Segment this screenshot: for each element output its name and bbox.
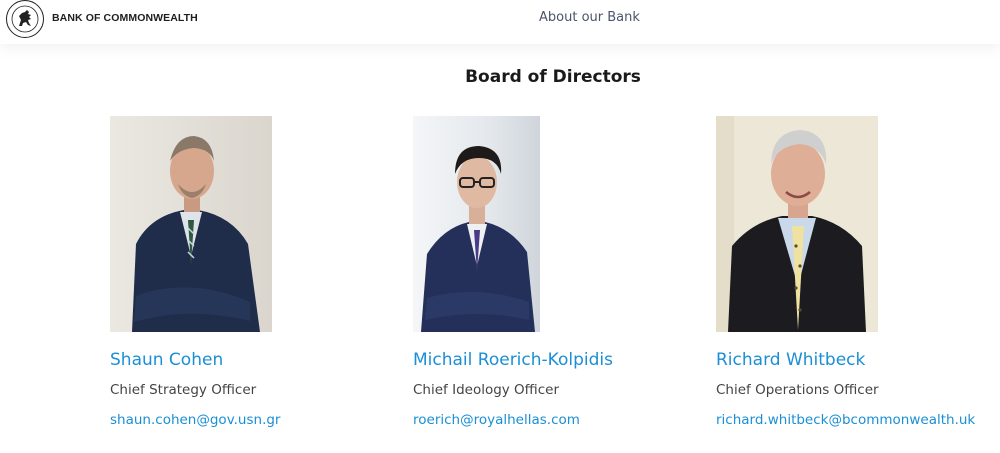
director-card: Richard Whitbeck Chief Operations Office…: [716, 116, 975, 428]
director-name[interactable]: Michail Roerich-Kolpidis: [413, 350, 613, 370]
nav-about-link[interactable]: About our Bank: [539, 10, 640, 25]
director-role: Chief Operations Officer: [716, 382, 879, 398]
director-name[interactable]: Richard Whitbeck: [716, 350, 865, 370]
director-card: Michail Roerich-Kolpidis Chief Ideology …: [413, 116, 613, 428]
page-title: Board of Directors: [465, 67, 641, 87]
director-email-link[interactable]: shaun.cohen@gov.usn.gr: [110, 412, 280, 428]
brand-name: BANK OF COMMONWEALTH: [52, 12, 198, 24]
director-role: Chief Strategy Officer: [110, 382, 257, 398]
director-role: Chief Ideology Officer: [413, 382, 560, 398]
portrait-photo: [110, 116, 272, 332]
director-name[interactable]: Shaun Cohen: [110, 350, 223, 370]
portrait-photo: [716, 116, 878, 332]
lion-rampant-icon[interactable]: [6, 0, 44, 38]
site-header: BANK OF COMMONWEALTH About our Bank: [0, 0, 1000, 44]
director-email-link[interactable]: roerich@royalhellas.com: [413, 412, 580, 428]
portrait-photo: [413, 116, 540, 332]
director-card: Shaun Cohen Chief Strategy Officer shaun…: [110, 116, 280, 428]
director-email-link[interactable]: richard.whitbeck@bcommonwealth.uk: [716, 412, 975, 428]
